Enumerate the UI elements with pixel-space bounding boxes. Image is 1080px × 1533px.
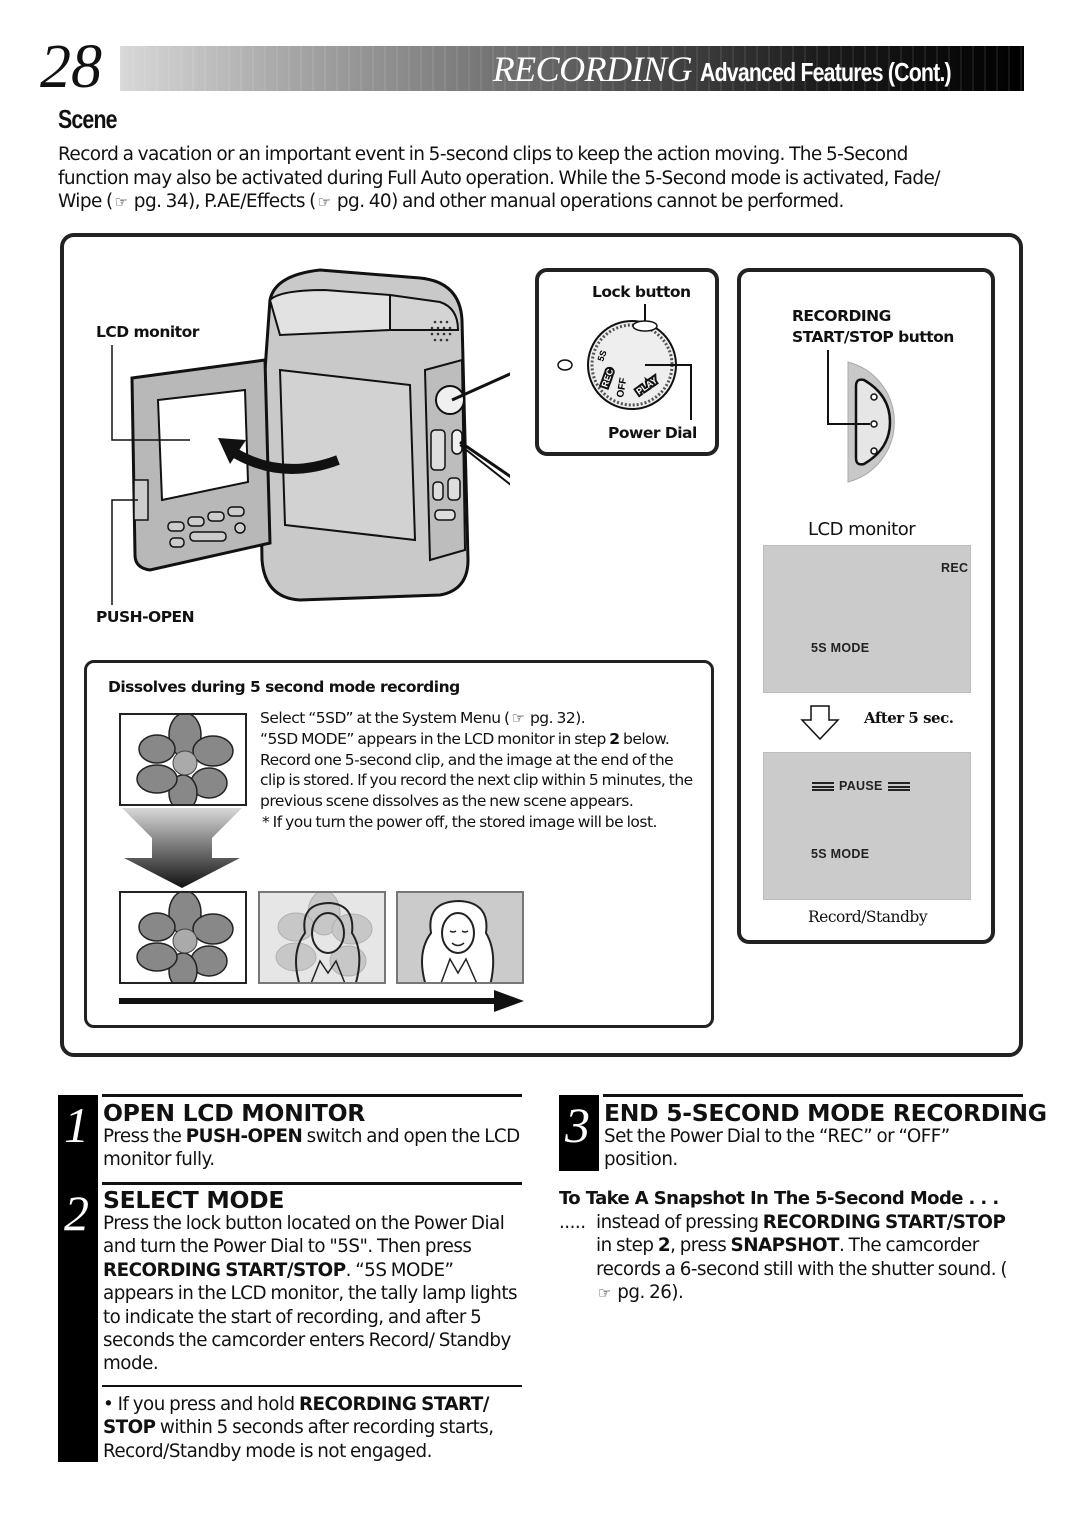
snapshot-title: To Take A Snapshot In The 5-Second Mode …: [559, 1188, 999, 1209]
section-title: RECORDING Advanced Features (Cont.): [493, 48, 1006, 90]
step-1-number: 1: [64, 1097, 89, 1153]
reference-hand-icon: ☞: [317, 193, 331, 211]
lcd-monitor-label: LCD monitor: [96, 323, 199, 341]
flower-icon: [136, 893, 234, 982]
text: Select “5SD” at the System Menu (: [260, 709, 510, 727]
header-banner: RECORDING Advanced Features (Cont.): [120, 46, 1024, 91]
snapshot-ref: SNAPSHOT: [730, 1235, 840, 1257]
text: instead of pressing: [596, 1212, 763, 1233]
dissolve-down-arrow-icon: [122, 808, 242, 888]
text: pg. 32).: [526, 709, 586, 727]
portrait-icon: [421, 899, 495, 982]
rec-button-label-2: START/STOP button: [792, 328, 954, 346]
text: • If you press and hold: [103, 1394, 299, 1415]
pause-lines-icon: [887, 782, 910, 792]
flower-icon: [136, 715, 234, 804]
text: “5SD MODE” appears in the LCD monitor in…: [260, 729, 610, 748]
intro-text: pg. 40) and other manual operations cann…: [332, 191, 845, 212]
pause-text: PAUSE: [839, 779, 883, 793]
lcd-screen-recording: [763, 545, 971, 693]
lcd-5s-mode-indicator: 5S MODE: [811, 847, 870, 861]
lcd-pause-indicator: PAUSE: [812, 779, 910, 793]
timeline-arrow-icon: [119, 990, 524, 1012]
dissolve-line-2: “5SD MODE” appears in the LCD monitor in…: [260, 729, 700, 812]
page-number: 28: [40, 33, 102, 101]
flower-thumbnail: [119, 713, 247, 806]
text: , press: [670, 1235, 731, 1257]
step-1-rule: [102, 1094, 522, 1097]
text: in step: [596, 1235, 658, 1257]
step-ref: 2: [657, 1235, 671, 1257]
dissolve-frame-1: [119, 891, 247, 984]
step-2-note-rule: [102, 1385, 522, 1387]
step-2-body: Press the lock button located on the Pow…: [103, 1212, 523, 1376]
after-5-sec-label: After 5 sec.: [864, 709, 954, 727]
lock-button-label: Lock button: [592, 283, 691, 301]
power-dial-label: Power Dial: [608, 424, 697, 442]
dissolving-portrait-icon: [275, 893, 373, 982]
reference-hand-icon: ☞: [114, 193, 128, 211]
push-open-ref: PUSH-OPEN: [185, 1126, 303, 1147]
lock-button-icon: [632, 320, 658, 332]
reference-hand-icon: ☞: [511, 709, 525, 727]
text: Press the lock button located on the Pow…: [103, 1213, 505, 1258]
lock-indicator-icon: [557, 359, 573, 371]
step-3-title: END 5-SECOND MODE RECORDING: [604, 1099, 1047, 1127]
power-dial-illustration: 5S REC OFF PLAY: [557, 304, 692, 420]
record-standby-caption: Record/Standby: [808, 908, 928, 926]
rec-start-stop-ref: RECORDING START/STOP: [762, 1212, 1006, 1233]
pause-lines-icon: [812, 782, 834, 792]
step-2-note: • If you press and hold RECORDING START/…: [103, 1393, 523, 1463]
text: within 5 seconds after recording starts,…: [103, 1417, 494, 1462]
step-2-title: SELECT MODE: [103, 1186, 285, 1214]
step-3-body: Set the Power Dial to the “REC” or “OFF”…: [604, 1126, 950, 1171]
rec-button-label-1: RECORDING: [792, 307, 891, 325]
step-3-number: 3: [565, 1097, 590, 1153]
step-2-rule: [102, 1182, 522, 1185]
step-3-rule: [603, 1094, 1023, 1097]
power-dial-on-camera: [435, 385, 465, 415]
text: pg. 26).: [612, 1282, 684, 1304]
dissolve-frame-3: [396, 891, 524, 984]
section-subtitle: Advanced Features (Cont.): [700, 57, 952, 87]
camcorder-illustration: [111, 268, 510, 605]
text: Press the: [103, 1126, 186, 1147]
scene-heading: Scene: [58, 104, 118, 134]
rec-start-stop-ref: RECORDING START/STOP: [103, 1259, 346, 1281]
step-2-number: 2: [64, 1185, 89, 1241]
lcd-monitor-title: LCD monitor: [808, 519, 916, 540]
snapshot-body: instead of pressing RECORDING START/STOP…: [596, 1211, 1021, 1306]
lcd-screen-standby: [763, 752, 971, 900]
intro-text: pg. 34), P.AE/Effects (: [129, 191, 317, 212]
section-name: RECORDING: [492, 49, 693, 89]
dissolve-line-1: Select “5SD” at the System Menu (☞ pg. 3…: [260, 708, 700, 729]
step-1-body: Press the PUSH-OPEN switch and open the …: [103, 1125, 523, 1172]
record-start-stop-button-icon: [827, 350, 895, 483]
down-arrow-icon: [800, 705, 840, 741]
dissolve-frame-2: [258, 891, 386, 984]
snapshot-leader-dots: .....: [559, 1212, 586, 1233]
lcd-rec-indicator: REC: [941, 561, 969, 575]
step-ref: 2: [609, 729, 620, 748]
dissolve-title: Dissolves during 5 second mode recording: [108, 678, 460, 696]
step-1-title: OPEN LCD MONITOR: [103, 1099, 366, 1127]
dissolve-note: * If you turn the power off, the stored …: [262, 812, 657, 831]
lcd-5s-mode-indicator: 5S MODE: [811, 641, 870, 655]
reference-hand-icon: ☞: [598, 1284, 611, 1303]
scene-intro: Record a vacation or an important event …: [58, 143, 958, 215]
push-open-label: PUSH-OPEN: [96, 608, 195, 626]
dissolve-description: Select “5SD” at the System Menu (☞ pg. 3…: [260, 708, 700, 833]
